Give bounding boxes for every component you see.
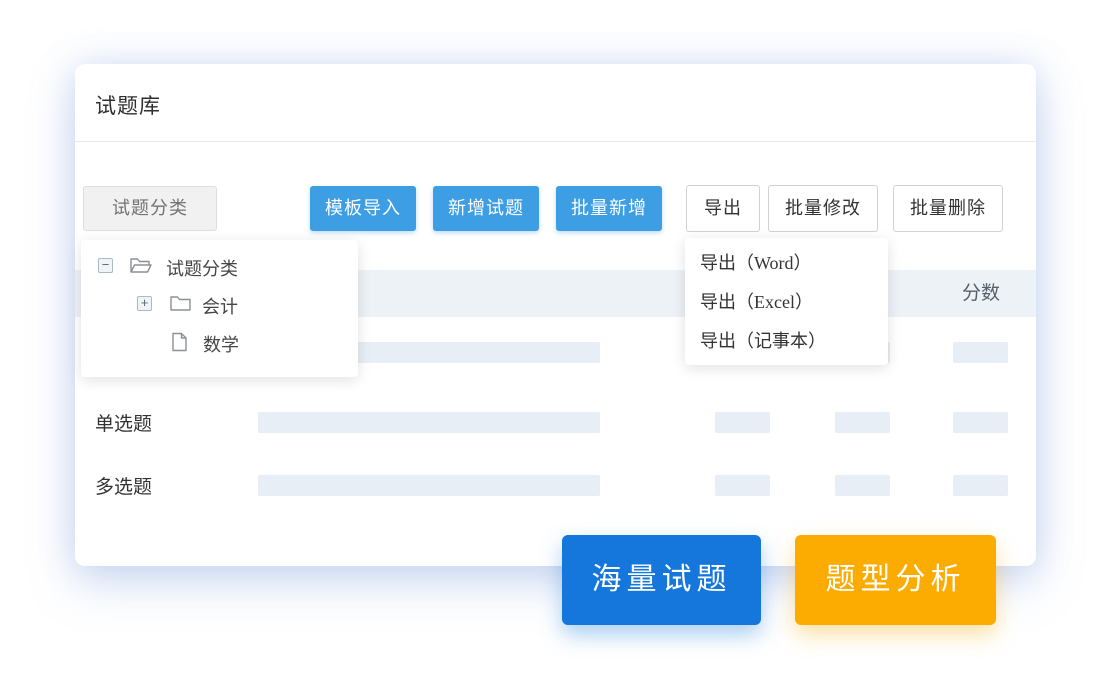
export-dropdown-menu: 导出（Word） 导出（Excel） 导出（记事本）	[685, 238, 888, 365]
massive-questions-button[interactable]: 海量试题	[562, 535, 761, 625]
placeholder-cell	[715, 412, 770, 433]
template-import-button[interactable]: 模板导入	[310, 186, 416, 231]
batch-add-button[interactable]: 批量新增	[556, 186, 662, 231]
tree-node-label[interactable]: 数学	[203, 331, 239, 357]
placeholder-cell	[953, 475, 1008, 496]
category-tree-dropdown: − 试题分类 + 会计	[81, 240, 358, 377]
export-button[interactable]: 导出	[686, 185, 760, 232]
page-title: 试题库	[95, 90, 161, 120]
placeholder-cell	[835, 475, 890, 496]
question-type-analysis-button[interactable]: 题型分析	[795, 535, 996, 625]
export-notepad-item[interactable]: 导出（记事本）	[685, 322, 888, 361]
tree-node-label[interactable]: 试题分类	[166, 255, 238, 281]
folder-open-icon	[129, 256, 153, 275]
placeholder-cell	[715, 475, 770, 496]
placeholder-cell	[835, 412, 890, 433]
add-question-button[interactable]: 新增试题	[433, 186, 539, 231]
tree-node-root[interactable]: − 试题分类	[81, 247, 358, 285]
tree-node-accounting[interactable]: + 会计	[81, 285, 358, 323]
file-icon	[171, 332, 188, 352]
export-excel-item[interactable]: 导出（Excel）	[685, 283, 888, 322]
row-label-single-choice: 单选题	[95, 409, 152, 436]
score-column-header: 分数	[962, 270, 1000, 317]
batch-edit-button[interactable]: 批量修改	[768, 185, 878, 232]
placeholder-cell	[953, 412, 1008, 433]
batch-delete-button[interactable]: 批量删除	[893, 185, 1003, 232]
placeholder-cell	[953, 342, 1008, 363]
row-label-multi-choice: 多选题	[95, 472, 152, 499]
expand-expander[interactable]: +	[137, 296, 152, 311]
header-divider	[75, 141, 1036, 142]
tree-node-math[interactable]: 数学	[81, 323, 358, 361]
folder-closed-icon	[169, 294, 192, 313]
category-filter-button[interactable]: 试题分类	[83, 186, 217, 231]
tree-node-label[interactable]: 会计	[202, 293, 238, 319]
page: 试题库 试题分类 模板导入 新增试题 批量新增 导出 批量修改 批量删除 分数 …	[0, 0, 1115, 699]
export-word-item[interactable]: 导出（Word）	[685, 244, 888, 283]
placeholder-bar	[258, 412, 600, 433]
collapse-expander[interactable]: −	[98, 258, 113, 273]
placeholder-bar	[258, 475, 600, 496]
